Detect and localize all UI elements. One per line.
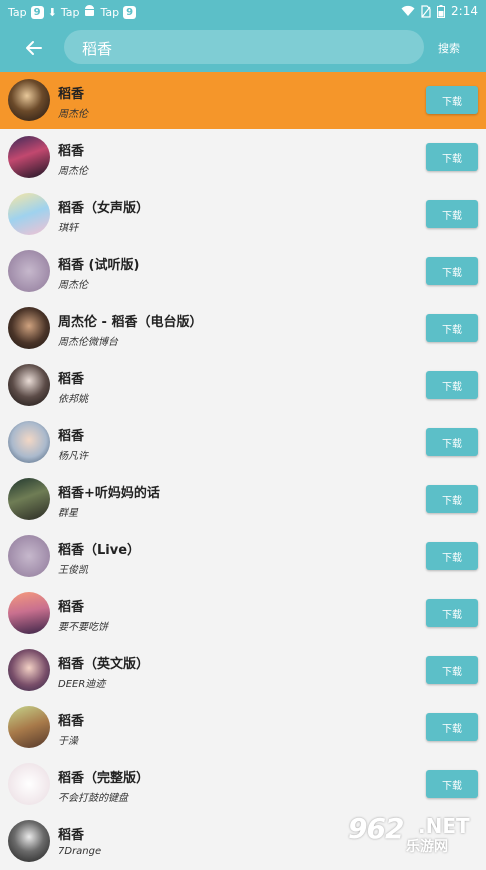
- song-artist: DEER迪迹: [58, 679, 106, 690]
- song-row[interactable]: 稻香（Live） 王俊凯 下载: [0, 528, 486, 585]
- download-icon: ⬇: [47, 5, 57, 19]
- song-row[interactable]: 稻香（女声版） 琪轩 下载: [0, 186, 486, 243]
- song-title: 稻香: [58, 828, 85, 843]
- album-cover: [8, 364, 50, 406]
- clock: 2:14: [451, 4, 478, 18]
- song-title: 稻香（女声版）: [58, 201, 150, 216]
- song-row[interactable]: 稻香周杰伦 下载: [0, 129, 486, 186]
- song-row[interactable]: 稻香周杰伦 下载: [0, 72, 486, 129]
- download-button[interactable]: 下载: [426, 542, 478, 570]
- song-title: 稻香（英文版）: [58, 657, 150, 672]
- download-button[interactable]: 下载: [426, 428, 478, 456]
- download-button[interactable]: 下载: [426, 599, 478, 627]
- song-row[interactable]: 稻香 (试听版) 周杰伦 下载: [0, 243, 486, 300]
- song-artist: 不会打鼓的键盘: [58, 793, 128, 804]
- tap-label: Tap: [100, 5, 120, 19]
- system-icons: 2:14: [401, 4, 478, 18]
- song-row[interactable]: 稻香依邦姚 下载: [0, 357, 486, 414]
- app-badge-icon: 9: [30, 5, 44, 19]
- album-cover: [8, 136, 50, 178]
- battery-icon: [437, 4, 446, 18]
- album-cover: [8, 706, 50, 748]
- song-artist: 周杰伦: [58, 166, 88, 177]
- notification-icons: Tap 9 ⬇ Tap Tap 9: [8, 4, 137, 20]
- song-row[interactable]: 稻香杨凡许 下载: [0, 414, 486, 471]
- album-cover: [8, 421, 50, 463]
- song-title: 稻香+听妈妈的话: [58, 486, 160, 501]
- song-row[interactable]: 稻香（完整版） 不会打鼓的键盘 下载: [0, 756, 486, 813]
- song-title: 稻香（Live）: [58, 543, 141, 558]
- download-button[interactable]: 下载: [426, 713, 478, 741]
- watermark-site: 乐游网: [406, 839, 448, 855]
- watermark-number: 962: [348, 812, 404, 845]
- tap-label: Tap: [8, 5, 27, 19]
- wifi-icon: [401, 5, 415, 16]
- download-button[interactable]: 下载: [426, 257, 478, 285]
- song-artist: 要不要吃饼: [58, 622, 108, 633]
- download-button[interactable]: 下载: [426, 485, 478, 513]
- song-artist: 周杰伦: [58, 109, 88, 120]
- song-title: 稻香: [58, 600, 85, 615]
- download-button[interactable]: 下载: [426, 770, 478, 798]
- android-icon: [83, 4, 96, 20]
- song-artist: 依邦姚: [58, 394, 88, 405]
- song-row[interactable]: 稻香+听妈妈的话群星 下载: [0, 471, 486, 528]
- song-row[interactable]: 稻香（英文版） DEER迪迹 下载: [0, 642, 486, 699]
- song-title: 周杰伦 - 稻香（电台版）: [58, 315, 203, 330]
- album-cover: [8, 193, 50, 235]
- download-button[interactable]: 下载: [426, 656, 478, 684]
- download-button[interactable]: 下载: [426, 371, 478, 399]
- search-button[interactable]: 搜索: [438, 40, 460, 56]
- app-badge-icon: 9: [123, 5, 137, 19]
- song-artist: 群星: [58, 508, 78, 519]
- song-artist: 周杰伦: [58, 280, 88, 291]
- album-cover: [8, 250, 50, 292]
- song-artist: 于澡: [58, 736, 78, 747]
- album-cover: [8, 763, 50, 805]
- watermark-net: .NET: [418, 814, 470, 838]
- album-cover: [8, 820, 50, 862]
- song-row[interactable]: 稻香要不要吃饼 下载: [0, 585, 486, 642]
- song-row[interactable]: 周杰伦 - 稻香（电台版） 周杰伦微博台 下载: [0, 300, 486, 357]
- song-artist: 周杰伦微博台: [58, 337, 118, 348]
- song-title: 稻香: [58, 714, 85, 729]
- album-cover: [8, 478, 50, 520]
- search-box: [64, 30, 424, 66]
- song-artist: 杨凡许: [58, 451, 88, 462]
- download-button[interactable]: 下载: [426, 86, 478, 114]
- song-artist: 王俊凯: [58, 565, 88, 576]
- song-artist: 琪轩: [58, 223, 78, 234]
- download-button[interactable]: 下载: [426, 314, 478, 342]
- album-cover: [8, 79, 50, 121]
- search-input[interactable]: [80, 30, 414, 66]
- tap-label: Tap: [60, 5, 80, 19]
- album-cover: [8, 649, 50, 691]
- song-title: 稻香（完整版）: [58, 771, 150, 786]
- search-header: 搜索: [0, 24, 486, 72]
- song-artist: 7Drange: [58, 846, 102, 857]
- song-title: 稻香 (试听版): [58, 258, 140, 273]
- status-bar: Tap 9 ⬇ Tap Tap 9 2:14: [0, 0, 486, 24]
- no-sim-icon: [421, 4, 431, 18]
- download-button[interactable]: 下载: [426, 143, 478, 171]
- download-button[interactable]: 下载: [426, 200, 478, 228]
- song-row[interactable]: 稻香于澡 下载: [0, 699, 486, 756]
- album-cover: [8, 592, 50, 634]
- song-title: 稻香: [58, 144, 85, 159]
- song-title: 稻香: [58, 429, 85, 444]
- back-arrow-icon[interactable]: [22, 36, 46, 60]
- song-title: 稻香: [58, 372, 85, 387]
- song-title: 稻香: [58, 87, 85, 102]
- site-watermark: 962 .NET 乐游网: [346, 812, 482, 860]
- song-list: 稻香 周杰伦 下载 稻香 周杰伦 下载 稻香（女声版） 琪轩 下载 稻香 (试听版) 周杰伦 下载 周杰…: [0, 72, 486, 870]
- album-cover: [8, 307, 50, 349]
- album-cover: [8, 535, 50, 577]
